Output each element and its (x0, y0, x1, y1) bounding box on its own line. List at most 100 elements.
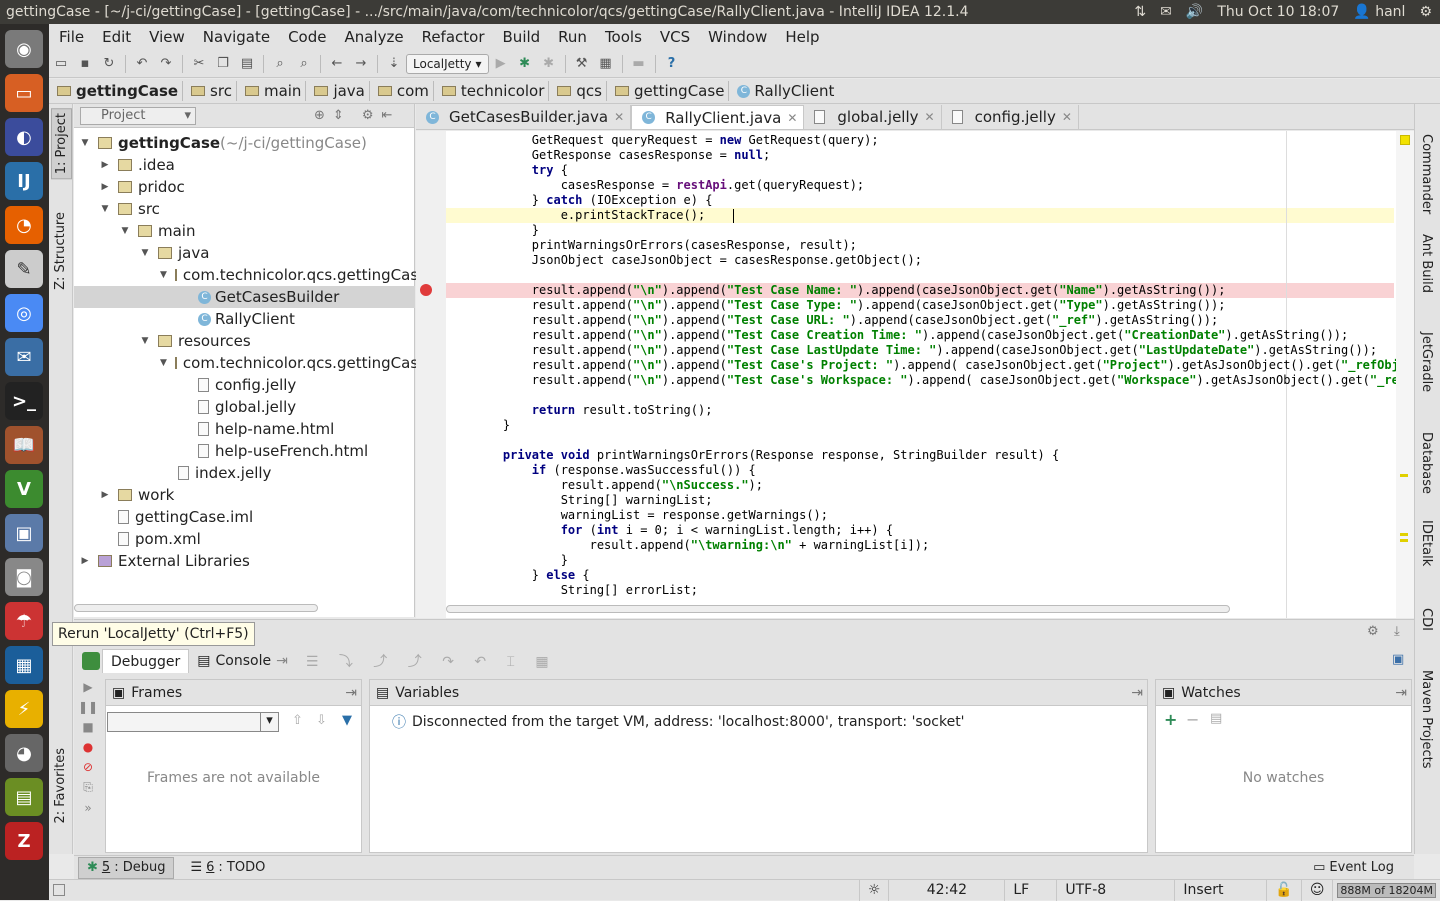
forward-icon[interactable]: → (349, 53, 373, 75)
expand-arrow-icon[interactable]: ▼ (140, 336, 150, 346)
save-icon[interactable]: ▪ (73, 53, 97, 75)
tree-item[interactable]: ▼ gettingCase (~/j-ci/gettingCase) (74, 132, 415, 154)
tree-item[interactable]: C GetCasesBuilder (74, 286, 415, 308)
breadcrumb-item[interactable]: com (370, 81, 434, 101)
tab-getcasesbuilder[interactable]: C GetCasesBuilder.java ✕ (416, 105, 632, 129)
resume-icon[interactable]: ▶ (83, 680, 92, 694)
power-icon[interactable]: ⚡ (5, 690, 43, 728)
camera-icon[interactable]: ◙ (5, 558, 43, 596)
tab-console[interactable]: ▤ Console ⇥ (189, 649, 296, 673)
sync-icon[interactable]: ↻ (97, 53, 121, 75)
project-structure-icon[interactable]: ▦ (594, 53, 618, 75)
rerun-icon[interactable] (82, 652, 100, 670)
menu-file[interactable]: File (49, 28, 92, 46)
expand-arrow-icon[interactable]: ▶ (100, 490, 110, 500)
tree-item[interactable]: help-name.html (74, 418, 415, 440)
warning-marker-icon[interactable] (1400, 135, 1410, 145)
breadcrumb-item[interactable]: main (237, 81, 307, 101)
error-stripe[interactable] (1396, 131, 1414, 618)
copy-icon[interactable]: ▤ (1210, 711, 1222, 726)
editor-hscrollbar[interactable] (446, 605, 1230, 613)
remove-icon[interactable]: − (1186, 710, 1199, 729)
close-icon[interactable]: ✕ (1062, 110, 1072, 124)
menu-navigate[interactable]: Navigate (193, 28, 278, 46)
expand-arrow-icon[interactable]: ▼ (160, 358, 167, 368)
menu-code[interactable]: Code (278, 28, 334, 46)
dash-icon[interactable]: ◉ (5, 30, 43, 68)
open-icon[interactable]: ▭ (49, 53, 73, 75)
menu-window[interactable]: Window (698, 28, 775, 46)
scroll-from-source-icon[interactable]: ⊕ (314, 108, 325, 123)
tab-config-jelly[interactable]: config.jelly ✕ (942, 105, 1079, 129)
virtualbox-icon[interactable]: ▦ (5, 646, 43, 684)
pin-icon[interactable]: ⇥ (1395, 685, 1411, 701)
cut-icon[interactable]: ✂ (187, 53, 211, 75)
back-icon[interactable]: ← (325, 53, 349, 75)
expand-arrow-icon[interactable]: ▼ (80, 138, 90, 148)
app-icon[interactable]: ☂ (5, 602, 43, 640)
text-editor-icon[interactable]: ✎ (5, 250, 43, 288)
debug-icon[interactable]: ✱ (513, 53, 537, 75)
chrome-icon[interactable]: ◎ (5, 294, 43, 332)
tab-debug[interactable]: ✱ 5: Debug (78, 856, 175, 879)
expand-arrow-icon[interactable]: ▼ (120, 226, 130, 236)
project-view-select[interactable]: Project ▾ (80, 106, 196, 125)
network-icon[interactable]: ⇅ (1134, 4, 1146, 20)
expand-arrow-icon[interactable]: ▼ (160, 270, 167, 280)
tab-commander[interactable]: Commander (1419, 134, 1434, 214)
copy-icon[interactable]: ❐ (211, 53, 235, 75)
tree-item[interactable]: ▼ main (74, 220, 415, 242)
menu-run[interactable]: Run (548, 28, 595, 46)
tree-item[interactable]: pom.xml (74, 528, 415, 550)
tree-item[interactable]: help-useFrench.html (74, 440, 415, 462)
breadcrumb-item[interactable]: technicolor (434, 81, 550, 101)
caret-position[interactable]: 42:42 (888, 879, 1004, 901)
terminal-icon[interactable]: >_ (5, 382, 43, 420)
expand-arrow-icon[interactable]: ▶ (100, 160, 110, 170)
redo-icon[interactable]: ↷ (154, 53, 178, 75)
tab-structure[interactable]: Z: Structure (51, 208, 70, 294)
close-icon[interactable]: ✕ (925, 110, 935, 124)
tree-item[interactable]: ▶ External Libraries (74, 550, 415, 572)
tree-item[interactable]: C RallyClient (74, 308, 415, 330)
pin-icon[interactable]: ⇥ (345, 685, 361, 701)
pause-icon[interactable]: ❚❚ (78, 700, 98, 714)
stop-icon[interactable]: ■ (82, 720, 93, 734)
app-icon-3[interactable]: Z (5, 822, 43, 860)
tree-item[interactable]: ▶ work (74, 484, 415, 506)
tab-debugger[interactable]: Debugger (102, 649, 190, 673)
hide-panel-icon[interactable]: ⇤ (381, 108, 392, 123)
pin-icon[interactable]: ⇥ (1131, 685, 1147, 701)
tree-item[interactable]: ▼ com.technicolor.qcs.gettingCas (74, 352, 418, 374)
paste-icon[interactable]: ▤ (235, 53, 259, 75)
firefox-icon[interactable]: ◔ (5, 206, 43, 244)
get-thread-dump-icon[interactable]: ⎘ (83, 780, 93, 795)
menu-view[interactable]: View (139, 28, 193, 46)
coverage-icon[interactable]: ✱ (537, 53, 561, 75)
gear-icon[interactable]: ⚙ (1367, 624, 1379, 639)
close-icon[interactable]: ✕ (787, 111, 797, 125)
step-icons[interactable]: ☰ ⤵ ⤴ ⤴ ↷ ↶ ⌶ ▦ (306, 651, 557, 671)
down-arrow-icon[interactable]: ⇩ (316, 713, 327, 728)
tree-item[interactable]: index.jelly (74, 462, 415, 484)
tree-item[interactable]: global.jelly (74, 396, 415, 418)
filter-icon[interactable]: ▼ (342, 713, 352, 728)
tree-item[interactable]: ▼ resources (74, 330, 415, 352)
background-tasks-icon[interactable]: ☼ (858, 879, 889, 901)
tree-item[interactable]: ▶ pridoc (74, 176, 415, 198)
expand-arrow-icon[interactable]: ▶ (80, 556, 90, 566)
breadcrumb-item[interactable]: gettingCase (607, 81, 730, 101)
code-editor[interactable]: GetRequest queryRequest = new GetRequest… (416, 131, 1414, 618)
menu-refactor[interactable]: Refactor (412, 28, 493, 46)
add-icon[interactable]: + (1164, 710, 1177, 729)
tree-item[interactable]: config.jelly (74, 374, 415, 396)
breadcrumb-item[interactable]: java (306, 81, 370, 101)
tree-item[interactable]: ▶ .idea (74, 154, 415, 176)
expand-arrow-icon[interactable]: ▶ (100, 182, 110, 192)
breadcrumb-item[interactable]: qcs (549, 81, 607, 101)
breadcrumb-item[interactable]: gettingCase (49, 81, 184, 101)
close-icon[interactable]: ✕ (614, 110, 624, 124)
menu-analyze[interactable]: Analyze (334, 28, 411, 46)
up-arrow-icon[interactable]: ⇧ (292, 713, 303, 728)
menu-vcs[interactable]: VCS (650, 28, 698, 46)
